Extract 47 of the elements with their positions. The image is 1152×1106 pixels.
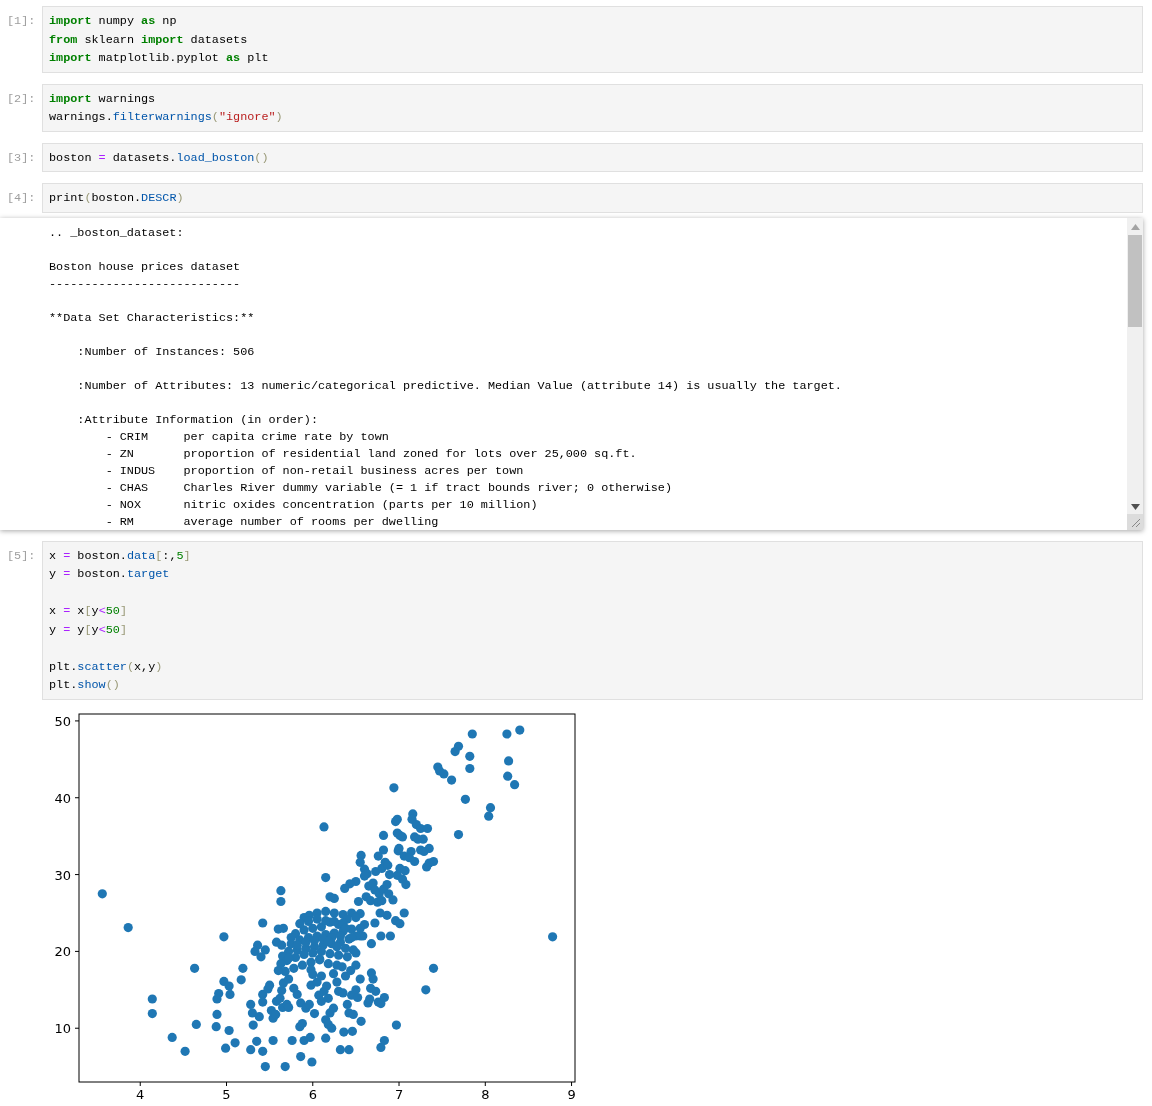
output-line: - NOX nitric oxides concentration (parts per 10 million) <box>104 496 539 514</box>
output-line: - INDUS proportion of non-retail business acres per town <box>104 462 525 480</box>
output-line: :Number of Attributes: 13 numeric/categorical predictive. Median Value (attribute 14) is usually the target. <box>76 377 843 395</box>
tick-label: 6 <box>308 1086 317 1102</box>
code-line: plt.scatter(x,y) <box>49 658 164 676</box>
code-line: import matplotlib.pyplot as plt <box>49 50 270 67</box>
code-line: x = x[y<50] <box>49 603 128 620</box>
tick-label: 8 <box>481 1086 490 1102</box>
cell-prompt: [3]: <box>6 149 37 167</box>
tick-label: 10 <box>54 1020 71 1036</box>
code-line: from sklearn import datasets <box>49 31 249 49</box>
output-line: :Attribute Information (in order): <box>76 411 319 429</box>
output-line: - CHAS Charles River dummy variable (= 1 if tract bounds river; 0 otherwise) <box>104 479 673 497</box>
tick-label: 9 <box>567 1086 576 1102</box>
output-line: - RM average number of rooms per dwelling <box>104 513 440 530</box>
output-line: **Data Set Characteristics:** <box>49 309 256 327</box>
output-line: - ZN proportion of residential land zoned for lots over 25,000 sq.ft. <box>104 445 638 463</box>
output-line: :Number of Instances: 506 <box>76 343 256 361</box>
code-editor[interactable]: import warnings warnings.filterwarnings("ignore") <box>42 83 1143 132</box>
code-editor[interactable]: print(boston.DESCR) <box>42 183 1143 213</box>
code-editor[interactable]: boston = datasets.load_boston() <box>42 142 1143 172</box>
code-line: y = boston.target <box>49 566 171 583</box>
output-line: Boston house prices dataset <box>49 258 242 276</box>
cell-prompt: [5]: <box>6 547 37 565</box>
tick-label: 4 <box>136 1086 145 1102</box>
code-editor[interactable]: x = boston.data[:,5] y = boston.target x = x[y<50] y = y[y<50] plt.scatter(x,y) plt.show() <box>42 540 1143 700</box>
code-line: import warnings <box>49 90 157 108</box>
tick-label: 30 <box>54 867 71 883</box>
code-line: plt.show() <box>49 677 121 694</box>
code-line: import numpy as np <box>49 13 178 30</box>
tick-label: 20 <box>54 943 71 959</box>
output-line: --------------------------- <box>49 275 242 293</box>
code-line: boston = datasets.load_boston() <box>49 149 270 167</box>
code-line: x = boston.data[:,5] <box>49 547 192 565</box>
tick-label: 50 <box>54 713 71 729</box>
cell-prompt: [4]: <box>6 190 37 207</box>
tick-label: 5 <box>222 1086 231 1102</box>
code-line: print(boston.DESCR) <box>49 190 185 207</box>
tick-label: 7 <box>394 1086 404 1102</box>
code-editor[interactable]: import numpy as np from sklearn import datasets import matplotlib.pyplot as plt <box>42 6 1143 73</box>
output-line: .. _boston_dataset: <box>49 224 185 242</box>
cell-prompt: [2]: <box>6 90 37 108</box>
output-line: - CRIM per capita crime rate by town <box>104 428 390 446</box>
code-line: warnings.filterwarnings("ignore") <box>49 109 284 126</box>
code-line: y = y[y<50] <box>49 621 128 639</box>
tick-label: 40 <box>54 790 71 806</box>
cell-prompt: [1]: <box>6 13 37 30</box>
